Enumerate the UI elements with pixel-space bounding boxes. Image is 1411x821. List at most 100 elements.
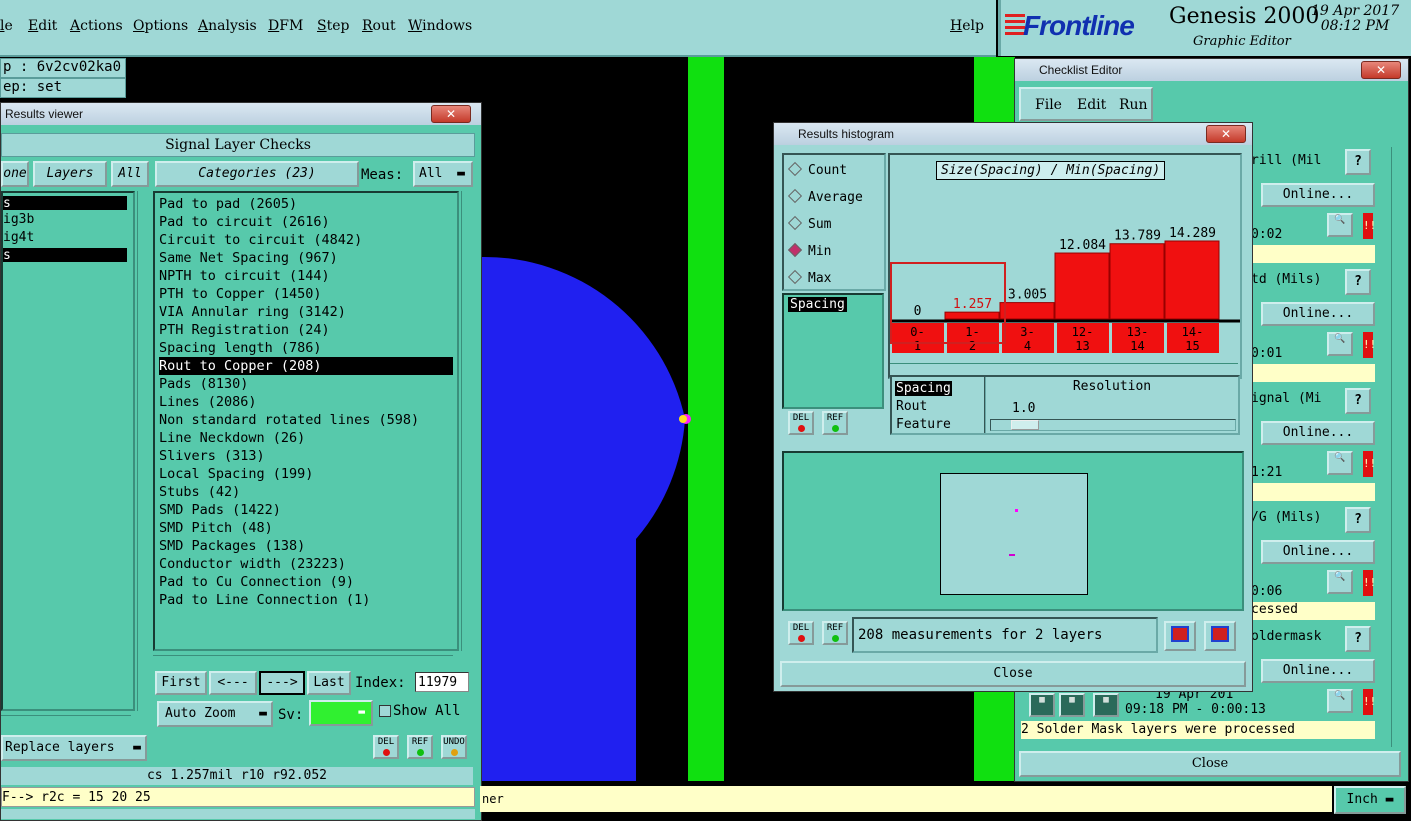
online-button[interactable]: Online... [1261,183,1375,207]
category-item[interactable]: Non standard rotated lines (598) [159,411,419,429]
close-icon[interactable]: ✕ [431,105,471,123]
zoom-icon[interactable]: 🔍 [1327,451,1353,475]
help-button[interactable]: ? [1345,626,1371,652]
next-button[interactable]: ---> [259,671,305,695]
histogram-bar[interactable] [1054,252,1110,320]
prev-button[interactable]: <--- [209,671,257,695]
menu-step[interactable]: Step [317,18,349,34]
category-item[interactable]: Conductor width (23223) [159,555,346,573]
menu-rout[interactable]: Rout [362,18,396,34]
auto-zoom-dropdown[interactable]: Auto Zoom ▬ [157,701,273,727]
layer-item[interactable]: ig3b [3,212,34,227]
zoom-icon[interactable]: 🔍 [1327,332,1353,356]
category-item[interactable]: VIA Annular ring (3142) [159,303,346,321]
radio-sum[interactable]: Sum [787,215,831,232]
layer-item[interactable]: s [3,196,127,211]
menu-analysis[interactable]: Analysis [198,18,257,34]
layers-list[interactable]: s ig3b ig4t s [1,191,135,711]
histogram-chart[interactable]: 0 0-1 1.257 1-2 3.005 3-4 12.084 12-13 13.789 13-… [890,155,1240,377]
export-icon[interactable] [1164,621,1196,651]
category-item[interactable]: SMD Pitch (48) [159,519,273,537]
grid-icon[interactable]: ▦ [1059,693,1085,717]
category-item[interactable]: Slivers (313) [159,447,265,465]
import-icon[interactable] [1204,621,1236,651]
online-button[interactable]: Online... [1261,659,1375,683]
undo-button[interactable]: UNDO [441,735,467,759]
histogram-bar[interactable] [1109,243,1165,320]
help-button[interactable]: ? [1345,507,1371,533]
checklist-close-button[interactable]: Close [1019,751,1401,777]
replace-layers-dropdown[interactable]: Replace layers ▬ [1,735,147,761]
online-button[interactable]: Online... [1261,302,1375,326]
histogram-bar[interactable] [999,302,1055,320]
layers-button[interactable]: Layers [33,161,107,187]
histogram-titlebar[interactable]: Results histogram [774,123,1252,145]
category-item[interactable]: Local Spacing (199) [159,465,313,483]
checklist-menu-file[interactable]: File [1035,97,1062,113]
category-item[interactable]: NPTH to circuit (144) [159,267,330,285]
menu-options[interactable]: Options [133,18,188,34]
grid-icon[interactable]: ▦ [1029,693,1055,717]
checklist-menu-run[interactable]: Run [1119,97,1148,113]
categories-scrollbar[interactable] [461,191,474,651]
checklist-scrollbar[interactable] [1391,147,1404,747]
category-item[interactable]: Lines (2086) [159,393,257,411]
category-item[interactable]: Pads (8130) [159,375,248,393]
all-button[interactable]: All [111,161,149,187]
category-item[interactable]: Pad to circuit (2616) [159,213,330,231]
menu-windows[interactable]: Windows [408,18,472,34]
layer-item[interactable]: ig4t [3,230,34,245]
help-button[interactable]: ? [1345,149,1371,175]
help-button[interactable]: ? [1345,388,1371,414]
del-button[interactable]: DEL [373,735,399,759]
checklist-editor-titlebar[interactable]: Checklist Editor [1015,59,1408,81]
category-item[interactable]: Stubs (42) [159,483,240,501]
close-icon[interactable]: ✕ [1361,61,1401,79]
last-button[interactable]: Last [307,671,351,695]
measure-list[interactable]: Spacing [782,293,884,409]
preview-del-button[interactable]: DEL [788,621,814,645]
menu-help[interactable]: Help [950,18,984,34]
radio-max[interactable]: Max [787,269,831,286]
category-item[interactable]: Line Neckdown (26) [159,429,305,447]
histogram-bar[interactable] [944,311,1000,320]
category-item[interactable]: Same Net Spacing (967) [159,249,338,267]
category-item[interactable]: Pad to Cu Connection (9) [159,573,354,591]
filter-item-feature[interactable]: Feature [896,417,951,432]
ref-button[interactable]: REF [407,735,433,759]
online-button[interactable]: Online... [1261,540,1375,564]
grid-icon[interactable]: ▦ [1093,693,1119,717]
filter-item-spacing[interactable]: Spacing [895,381,952,396]
units-dropdown[interactable]: Inch ▬ [1334,786,1406,814]
hist-ref-button[interactable]: REF [822,411,848,435]
layer-item[interactable]: s [3,248,127,263]
resolution-slider[interactable] [990,419,1236,431]
category-item[interactable]: Spacing length (786) [159,339,322,357]
histogram-bar[interactable] [1164,240,1220,320]
preview-thumbnail[interactable] [940,473,1088,595]
category-item[interactable]: SMD Pads (1422) [159,501,281,519]
zoom-icon[interactable]: 🔍 [1327,570,1353,594]
first-button[interactable]: First [155,671,207,695]
radio-count[interactable]: Count [787,161,847,178]
close-icon[interactable]: ✕ [1206,125,1246,143]
categories-list[interactable]: Pad to pad (2605) Pad to circuit (2616) … [153,191,459,651]
results-viewer-titlebar[interactable]: Results viewer [1,103,481,125]
category-item-selected[interactable]: Rout to Copper (208) [159,357,453,375]
category-item[interactable]: Circuit to circuit (4842) [159,231,362,249]
zoom-icon[interactable]: 🔍 [1327,689,1353,713]
resolution-slider-handle[interactable] [1011,420,1039,430]
index-input[interactable]: 11979 [415,672,469,692]
measure-item-spacing[interactable]: Spacing [788,297,847,312]
preview-ref-button[interactable]: REF [822,621,848,645]
layers-hscrollbar[interactable] [1,715,131,728]
categories-button[interactable]: Categories (23) [155,161,359,187]
radio-average[interactable]: Average [787,188,863,205]
zoom-icon[interactable]: 🔍 [1327,213,1353,237]
category-item[interactable]: Pad to Line Connection (1) [159,591,370,609]
category-item[interactable]: PTH to Copper (1450) [159,285,322,303]
online-button[interactable]: Online... [1261,421,1375,445]
radio-min[interactable]: Min [787,242,831,259]
menu-dfm[interactable]: DFM [268,18,303,34]
sv-color-dropdown[interactable]: ▬ [309,700,373,726]
